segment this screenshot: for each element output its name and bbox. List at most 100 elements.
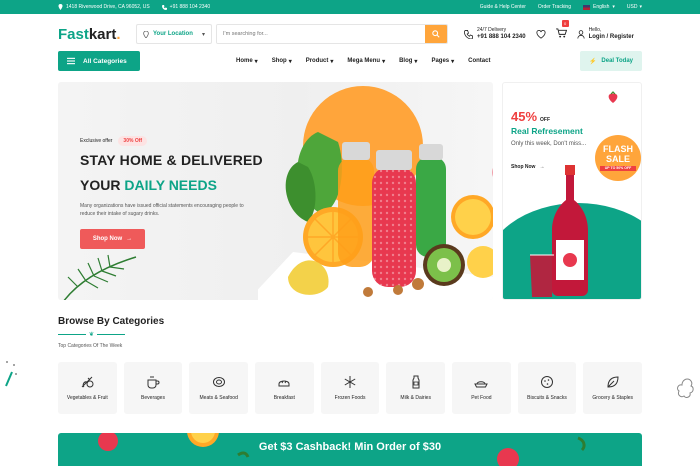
phone-icon xyxy=(464,29,473,39)
deal-label: Deal Today xyxy=(601,58,633,64)
account-action: Login / Register xyxy=(588,34,634,40)
hero-title-word: YOUR xyxy=(80,177,121,193)
side-description: Only this week, Don't miss... xyxy=(511,141,587,147)
logo-accent: kart xyxy=(88,25,117,43)
main-nav: All Categories Home ▾ Shop ▾ Product ▾ Mega… xyxy=(58,51,642,71)
flag-icon xyxy=(583,4,590,10)
title-divider: ❦ xyxy=(58,331,126,338)
nav-item-product[interactable]: Product ▾ xyxy=(306,58,334,65)
browse-categories-subtitle: Top Categories Of The Week xyxy=(58,343,123,349)
wishlist-heart-icon[interactable] xyxy=(536,29,546,39)
currency-select[interactable]: USD ▾ xyxy=(627,4,642,10)
chevron-down-icon: ▾ xyxy=(639,4,642,10)
category-card-frozen-foods[interactable]: Frozen Foods xyxy=(320,362,380,414)
decorative-flower-icon xyxy=(677,378,694,398)
chevron-down-icon: ▾ xyxy=(451,58,455,65)
category-label: Meats & Seafood xyxy=(199,395,238,401)
category-card-pet-food[interactable]: Pet Food xyxy=(452,362,511,414)
category-label: Breakfast xyxy=(273,395,295,401)
category-card-meats-seafood[interactable]: Meats & Seafood xyxy=(189,362,249,414)
location-pin-icon xyxy=(143,30,149,38)
chevron-down-icon: ▾ xyxy=(254,58,258,65)
logo[interactable]: Fastkart. xyxy=(58,26,130,43)
nav-item-blog[interactable]: Blog ▾ xyxy=(399,58,417,65)
hero-description: Many organizations have issued official … xyxy=(80,203,244,217)
location-select[interactable]: Your Location ▾ xyxy=(136,24,212,44)
hero-title-line2: YOUR DAILY NEEDS xyxy=(80,177,217,193)
header: Fastkart. Your Location ▾ 24/7 Delivery … xyxy=(58,20,642,46)
language-select[interactable]: English ▾ xyxy=(583,4,615,10)
juice-bottle-image xyxy=(530,165,588,297)
nav-item-contact[interactable]: Contact xyxy=(468,58,490,65)
browse-categories-title: Browse By Categories xyxy=(58,316,165,327)
cart-button[interactable]: 0 xyxy=(555,20,569,43)
chevron-down-icon: ▾ xyxy=(612,4,615,10)
meat-icon xyxy=(212,377,225,387)
logo-main: Fast xyxy=(58,25,89,43)
category-card-vegetables-fruit[interactable]: Vegetables & Fruit xyxy=(58,362,117,414)
category-card-grocery-staples[interactable]: Grocery & Staples xyxy=(583,362,643,414)
nav-item-label: Mega Menu xyxy=(347,58,381,64)
nav-item-shop[interactable]: Shop ▾ xyxy=(272,58,292,65)
nav-item-label: Home xyxy=(236,58,253,64)
cookie-icon xyxy=(541,376,554,388)
nav-item-label: Blog xyxy=(399,58,413,64)
shop-now-label: Shop Now xyxy=(92,236,123,242)
help-center-link[interactable]: Guide & Help Center xyxy=(480,4,526,10)
category-label: Grocery & Staples xyxy=(592,395,633,401)
user-icon xyxy=(576,29,585,39)
nav-item-mega-menu[interactable]: Mega Menu ▾ xyxy=(347,58,385,65)
phone-text: +91 888 104 2340 xyxy=(169,4,211,10)
logo-dot: . xyxy=(116,25,121,43)
hero-banner: Exclusive offer 30% Off STAY HOME & DELI… xyxy=(58,82,493,300)
category-card-beverages[interactable]: Beverages xyxy=(123,362,183,414)
category-card-biscuits-snacks[interactable]: Biscuits & Snacks xyxy=(517,362,577,414)
category-label: Vegetables & Fruit xyxy=(66,395,108,401)
fruit-drinks-image xyxy=(258,132,493,300)
nav-item-label: Pages xyxy=(431,58,450,64)
milk-bottle-icon xyxy=(412,375,420,389)
address-text: 1418 Riverwood Drive, CA 96052, US xyxy=(66,4,150,10)
nav-item-pages[interactable]: Pages ▾ xyxy=(431,58,454,65)
nav-item-label: Contact xyxy=(468,58,491,64)
arrow-right-icon: → xyxy=(126,236,133,242)
category-label: Frozen Foods xyxy=(334,395,366,401)
hero-title-highlight: DAILY NEEDS xyxy=(124,177,217,193)
category-label: Milk & Dairies xyxy=(400,395,431,401)
side-title: Real Refresement xyxy=(511,126,583,136)
menu: Home ▾ Shop ▾ Product ▾ Mega Menu ▾ Blog ▾ Pa… xyxy=(236,58,490,65)
cart-icon xyxy=(555,28,567,38)
offer-badge: 30% Off xyxy=(118,136,148,146)
account-link[interactable]: Hello, Login / Register xyxy=(576,27,634,41)
flash-line2: SALE xyxy=(605,154,630,164)
phone-item[interactable]: +91 888 104 2340 xyxy=(161,4,211,10)
search-input[interactable] xyxy=(217,25,425,43)
delivery-info: 24/7 Delivery +91 888 104 2340 xyxy=(464,27,526,41)
category-card-breakfast[interactable]: Breakfast xyxy=(255,362,314,414)
search-button[interactable] xyxy=(425,25,447,43)
all-categories-button[interactable]: All Categories xyxy=(58,51,140,71)
category-label: Biscuits & Snacks xyxy=(527,395,567,401)
nav-item-label: Product xyxy=(305,58,329,64)
hero-shop-now-button[interactable]: Shop Now → xyxy=(80,229,145,249)
nav-item-home[interactable]: Home ▾ xyxy=(236,58,258,65)
cart-count-badge: 0 xyxy=(561,20,569,27)
offer-row: Exclusive offer 30% Off xyxy=(80,136,148,146)
order-tracking-link[interactable]: Order Tracking xyxy=(538,4,571,10)
chevron-down-icon: ▾ xyxy=(288,58,292,65)
deal-today-button[interactable]: ⚡ Deal Today xyxy=(579,51,642,71)
palm-leaf-icon xyxy=(63,254,137,300)
side-discount-suffix: OFF xyxy=(540,117,551,123)
category-label: Beverages xyxy=(141,395,165,401)
currency-label: USD xyxy=(626,4,638,10)
grid-icon xyxy=(67,57,75,65)
location-label: Your Location xyxy=(153,31,193,37)
pet-bowl-icon xyxy=(474,381,489,388)
search-bar xyxy=(216,24,448,44)
leaf-icon xyxy=(607,376,619,388)
category-card-milk-dairies[interactable]: Milk & Dairies xyxy=(386,362,446,414)
side-discount: 45% OFF xyxy=(511,109,550,124)
delivery-phone: +91 888 104 2340 xyxy=(477,34,526,40)
hero-title-line1: STAY HOME & DELIVERED xyxy=(80,152,263,168)
leaf-icon: ❦ xyxy=(89,332,95,338)
